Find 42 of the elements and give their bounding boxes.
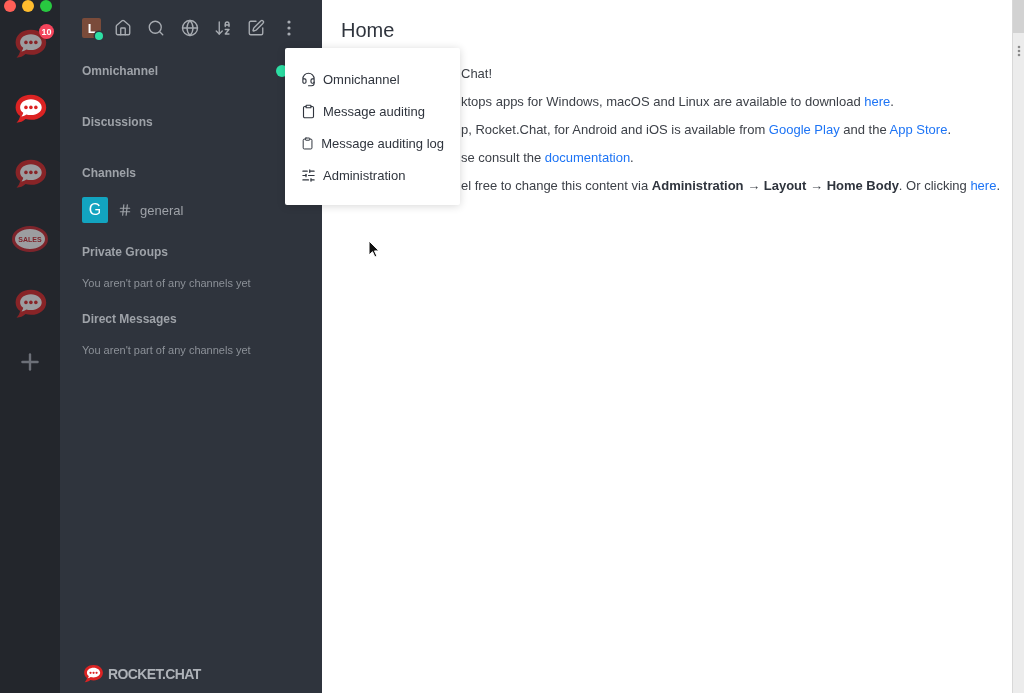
- globe-icon: [180, 19, 199, 37]
- body-text: Chat!: [461, 65, 493, 83]
- room-item[interactable]: G general: [82, 197, 190, 223]
- menu-item[interactable]: Message auditing: [285, 95, 460, 127]
- empty-list-text: You aren't part of any channels yet: [82, 343, 251, 357]
- menu-item[interactable]: Omnichannel: [285, 63, 460, 95]
- user-avatar[interactable]: L: [82, 18, 102, 38]
- section-title: Channels: [82, 166, 136, 180]
- menu-item[interactable]: Message auditing log: [285, 127, 460, 159]
- sliders-icon: [301, 167, 316, 183]
- pencil-square-icon: [247, 19, 266, 37]
- kebab-menu-icon: [287, 20, 292, 36]
- cursor-icon: [368, 240, 380, 258]
- link[interactable]: Google Play: [768, 122, 840, 137]
- home-icon: [114, 19, 132, 37]
- hash-icon: [118, 203, 132, 217]
- logo-icon: [82, 664, 104, 684]
- unread-badge: 10: [39, 24, 54, 39]
- page-title: Home: [341, 18, 395, 42]
- clipboard-icon: [301, 135, 315, 151]
- section-title: Discussions: [82, 115, 153, 129]
- scrollbar-track[interactable]: [1012, 0, 1024, 693]
- body-text: se consult the documentation.: [461, 149, 634, 167]
- clipboard-icon: [301, 103, 316, 119]
- body-text: ktops apps for Windows, macOS and Linux are available to download here.: [461, 93, 894, 111]
- body-text: p, Rocket.Chat, for Android and iOS is available from Google Play and the App Store.: [461, 121, 951, 139]
- menu-item[interactable]: Administration: [285, 159, 460, 191]
- room-avatar: G: [82, 197, 108, 223]
- headset-icon: [301, 71, 316, 87]
- section-title: Private Groups: [82, 245, 169, 259]
- grip-icon: [1016, 45, 1021, 57]
- body-text: el free to change this content via Administration → Layout → Home Body. Or clicking here.: [461, 177, 1001, 195]
- section-title: Omnichannel: [82, 64, 158, 78]
- minimize-window-button[interactable]: [22, 0, 34, 12]
- logo-text: ROCKET.CHAT: [108, 666, 201, 683]
- sort-icon: [213, 19, 232, 37]
- empty-list-text: You aren't part of any channels yet: [82, 276, 251, 290]
- close-window-button[interactable]: [4, 0, 16, 12]
- scrollbar-thumb[interactable]: [1013, 0, 1024, 33]
- maximize-window-button[interactable]: [40, 0, 52, 12]
- search-icon: [147, 19, 166, 37]
- section-title: Direct Messages: [82, 312, 177, 326]
